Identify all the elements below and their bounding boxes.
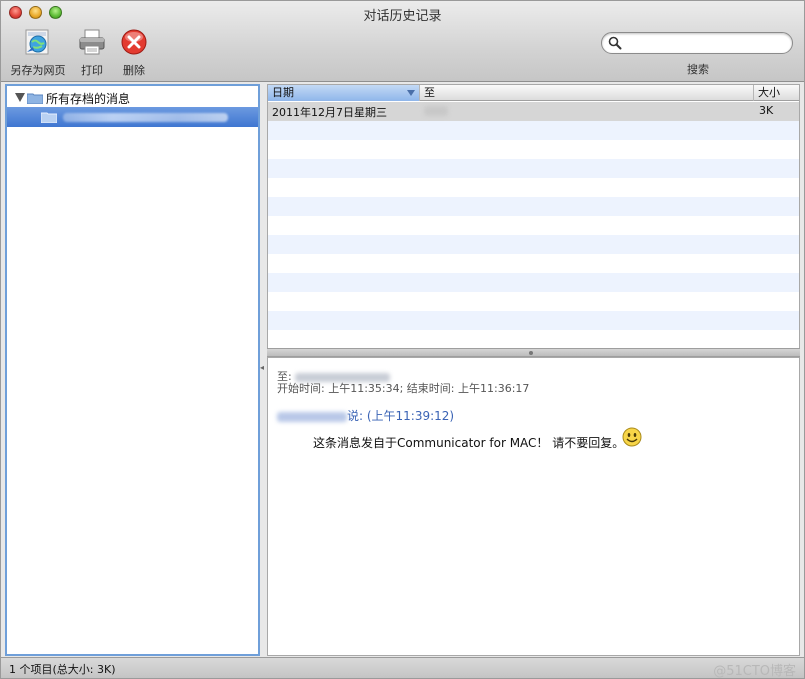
printer-icon <box>79 29 105 55</box>
redacted-contact-name <box>63 113 228 122</box>
delete-label: 删除 <box>123 64 145 77</box>
table-row-empty <box>268 159 799 178</box>
table-row-empty <box>268 254 799 273</box>
table-row[interactable]: 2011年12月7日星期三 3K <box>268 102 799 121</box>
split-grip-icon <box>529 351 533 355</box>
folder-icon <box>27 93 43 104</box>
disclosure-triangle-icon[interactable] <box>15 93 25 102</box>
watermark: @51CTO博客 <box>713 664 796 679</box>
status-summary: 1 个项目(总大小: 3K) <box>9 663 116 676</box>
message-body: 这条消息发自于Communicator for MAC！ 请不要回复。 <box>313 436 625 450</box>
search-input[interactable] <box>626 35 786 51</box>
table-row-empty <box>268 273 799 292</box>
table-row-empty <box>268 197 799 216</box>
save-as-webpage-label: 另存为网页 <box>10 64 66 77</box>
window-title: 对话历史记录 <box>363 9 442 24</box>
table-row-empty <box>268 311 799 330</box>
delete-button[interactable]: 删除 <box>115 28 153 78</box>
sort-descending-icon <box>407 90 415 96</box>
cell-date: 2011年12月7日星期三 <box>272 106 387 119</box>
cell-to-redacted <box>424 106 448 116</box>
table-row-empty <box>268 178 799 197</box>
cell-size: 3K <box>759 104 774 117</box>
message-view: 至: 开始时间: 上午11:35:34; 结束时间: 上午11:36:17 说:… <box>267 357 800 656</box>
table-row-empty <box>268 121 799 140</box>
folder-icon <box>41 112 57 123</box>
print-button[interactable]: 打印 <box>73 28 111 78</box>
table-row-empty <box>268 292 799 311</box>
archive-sidebar[interactable]: 所有存档的消息 <box>5 84 260 656</box>
window: 对话历史记录 另存为网页 打印 删除 搜索 所有存档的消息 ◂ 日期 至 大小 … <box>0 0 805 679</box>
save-as-webpage-button[interactable]: 另存为网页 <box>9 28 67 78</box>
column-header-to[interactable]: 至 <box>420 85 754 101</box>
table-row-empty <box>268 140 799 159</box>
pane-divider-handle[interactable]: ◂ <box>260 363 266 373</box>
horizontal-split-bar[interactable] <box>267 348 800 357</box>
table-body: 2011年12月7日星期三 3K <box>268 102 799 330</box>
redacted-sender <box>277 411 347 422</box>
delete-x-icon <box>121 29 147 55</box>
conversation-table[interactable]: 日期 至 大小 2011年12月7日星期三 3K <box>267 84 800 349</box>
message-time-line: 开始时间: 上午11:35:34; 结束时间: 上午11:36:17 <box>277 382 530 395</box>
column-header-date-label: 日期 <box>272 86 294 99</box>
tree-item-all-archived[interactable]: 所有存档的消息 <box>11 89 256 107</box>
table-row-empty <box>268 235 799 254</box>
tree-item-conversation[interactable] <box>7 107 258 127</box>
table-row-empty <box>268 216 799 235</box>
search-field[interactable] <box>601 32 793 54</box>
smiley-emoticon-icon <box>622 427 642 447</box>
status-bar: 1 个项目(总大小: 3K) @51CTO博客 <box>1 657 804 679</box>
print-label: 打印 <box>81 64 103 77</box>
search-label: 搜索 <box>687 63 709 76</box>
message-sender-line: 说: (上午11:39:12) <box>277 407 454 424</box>
column-header-date[interactable]: 日期 <box>268 85 420 101</box>
tree-item-label: 所有存档的消息 <box>46 92 131 106</box>
column-header-size[interactable]: 大小 <box>754 85 799 101</box>
sender-timestamp: 说: (上午11:39:12) <box>347 409 455 423</box>
globe-save-icon <box>25 29 49 55</box>
search-icon <box>608 36 622 50</box>
title-toolbar: 对话历史记录 另存为网页 打印 删除 搜索 <box>1 1 804 82</box>
table-header: 日期 至 大小 <box>268 85 799 101</box>
